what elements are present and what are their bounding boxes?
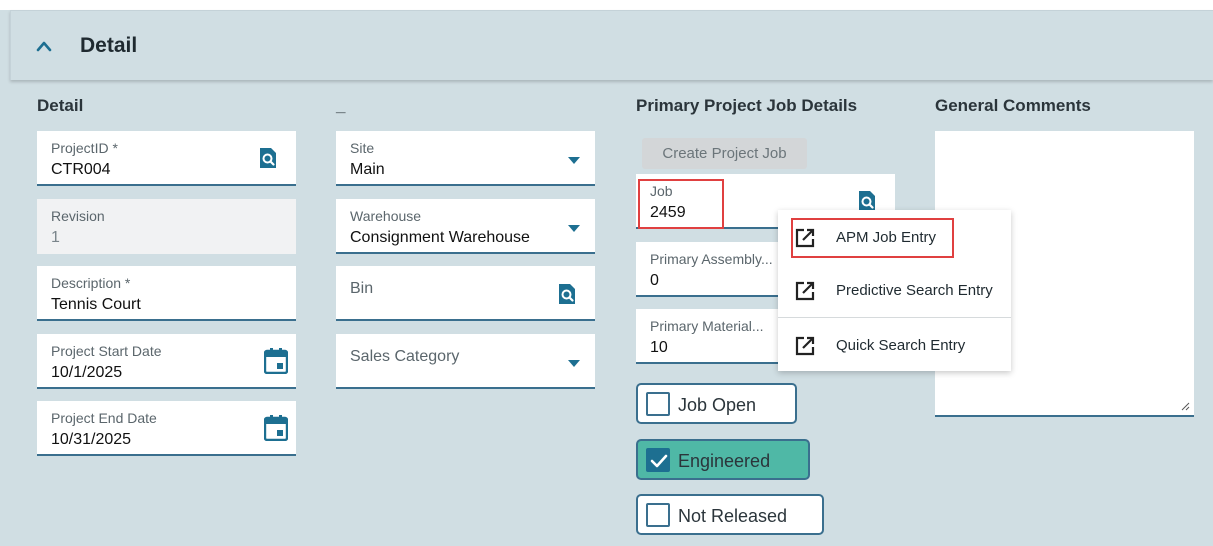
project-start-date-field[interactable]: Project Start Date 10/1/2025 (37, 334, 296, 389)
menu-divider (778, 317, 1011, 318)
open-external-icon (795, 281, 815, 301)
comments-heading: General Comments (935, 96, 1091, 115)
top-strip (0, 0, 1213, 10)
job-highlight-box (638, 179, 724, 229)
bin-label: Bin (350, 280, 374, 297)
warehouse-value[interactable]: Consignment Warehouse (350, 229, 530, 247)
job-open-label: Job Open (678, 395, 757, 415)
not-released-checkbox[interactable]: Not Released (636, 494, 824, 535)
calendar-icon[interactable] (264, 348, 288, 374)
menu-item-label: Quick Search Entry (836, 337, 966, 354)
chevron-up-icon[interactable] (35, 39, 53, 53)
job-open-checkbox[interactable]: Job Open (636, 383, 797, 424)
dropdown-arrow-icon[interactable] (568, 360, 580, 368)
warehouse-label: Warehouse (350, 208, 422, 224)
dropdown-arrow-icon[interactable] (568, 225, 580, 233)
description-value[interactable]: Tennis Court (51, 296, 141, 314)
end-date-value[interactable]: 10/31/2025 (51, 431, 131, 449)
checkbox-box[interactable] (646, 448, 670, 472)
menu-item-predictive-search-entry[interactable]: Predictive Search Entry (778, 266, 1011, 316)
search-lookup-icon[interactable] (258, 148, 278, 168)
project-id-label: ProjectID * (51, 140, 118, 156)
project-end-date-field[interactable]: Project End Date 10/31/2025 (37, 401, 296, 456)
revision-field: Revision 1 (37, 199, 296, 254)
search-lookup-icon[interactable] (557, 284, 577, 304)
sales-category-label: Sales Category (350, 348, 460, 365)
project-id-field[interactable]: ProjectID * CTR004 (37, 131, 296, 186)
revision-value: 1 (51, 229, 60, 246)
create-project-job-button[interactable]: Create Project Job (642, 138, 807, 169)
engineered-label: Engineered (678, 451, 771, 471)
site-value[interactable]: Main (350, 161, 385, 179)
start-date-value[interactable]: 10/1/2025 (51, 364, 122, 382)
resize-grip-icon[interactable] (1180, 401, 1190, 411)
start-date-label: Project Start Date (51, 343, 162, 359)
menu-item-label: Predictive Search Entry (836, 282, 993, 299)
site-label: Site (350, 140, 375, 156)
detail-heading: Detail (37, 96, 84, 115)
checkbox-box[interactable] (646, 503, 670, 527)
primary-assembly-value[interactable]: 0 (650, 272, 659, 290)
end-date-label: Project End Date (51, 410, 157, 426)
checkmark-icon (650, 454, 668, 468)
not-released-label: Not Released (678, 506, 788, 526)
project-id-value[interactable]: CTR004 (51, 161, 111, 179)
apm-job-entry-highlight-box (791, 218, 954, 258)
primary-material-label: Primary Material... (650, 318, 764, 334)
job-details-heading: Primary Project Job Details (636, 96, 858, 115)
dropdown-arrow-icon[interactable] (568, 157, 580, 165)
sales-category-dropdown[interactable]: Sales Category (336, 334, 595, 389)
calendar-icon[interactable] (264, 415, 288, 441)
checkbox-box[interactable] (646, 392, 670, 416)
open-external-icon (795, 336, 815, 356)
panel-title: Detail (80, 34, 138, 57)
revision-label: Revision (51, 208, 105, 224)
search-lookup-icon[interactable] (857, 191, 877, 211)
primary-material-value[interactable]: 10 (650, 339, 668, 357)
second-column-heading: _ (336, 96, 346, 115)
primary-assembly-label: Primary Assembly... (650, 251, 773, 267)
bin-field[interactable]: Bin (336, 266, 595, 321)
engineered-checkbox[interactable]: Engineered (636, 439, 810, 480)
description-label: Description * (51, 275, 131, 291)
site-dropdown[interactable]: Site Main (336, 131, 595, 186)
description-field[interactable]: Description * Tennis Court (37, 266, 296, 321)
warehouse-dropdown[interactable]: Warehouse Consignment Warehouse (336, 199, 595, 254)
menu-item-quick-search-entry[interactable]: Quick Search Entry (778, 321, 1011, 371)
panel-header[interactable]: Detail (10, 10, 1213, 80)
